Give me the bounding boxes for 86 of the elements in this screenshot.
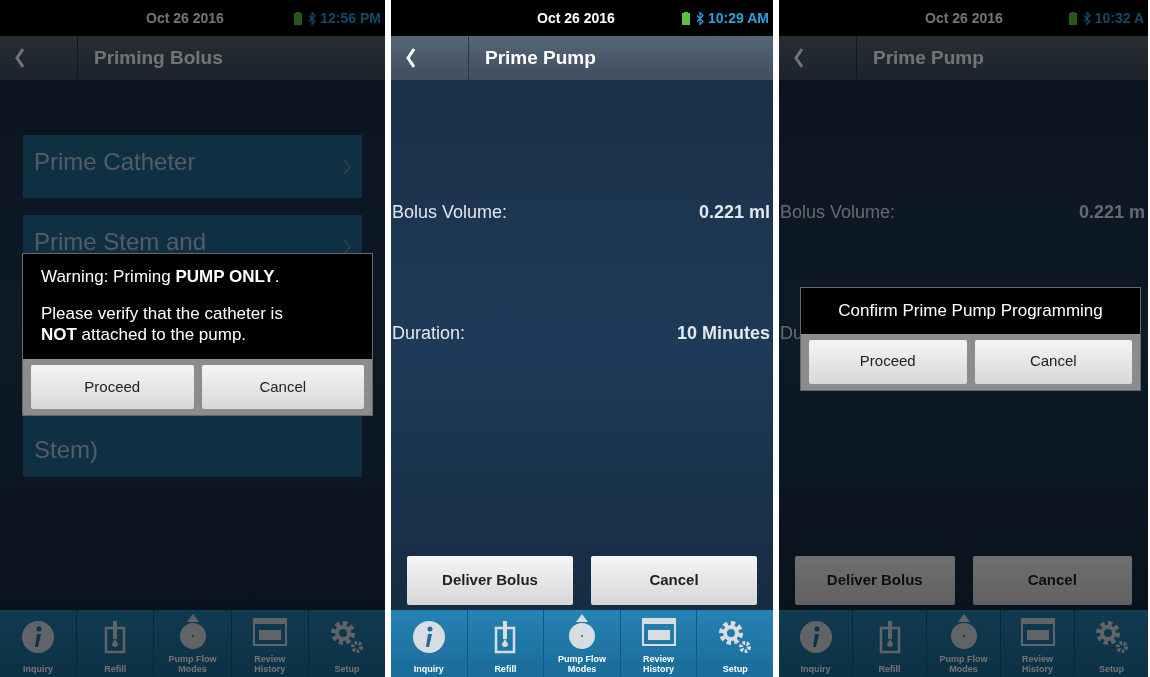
- menu-item[interactable]: Prime Catheter: [23, 135, 362, 198]
- chevron-right-icon: [343, 239, 351, 255]
- syringe-box-icon: [878, 620, 901, 654]
- field-value: 0.221 ml: [698, 200, 770, 224]
- status-time: 10:32 A: [1094, 8, 1144, 28]
- battery-icon: [1068, 11, 1077, 25]
- status-date: Oct 26 2016: [537, 8, 615, 28]
- settings-icon: [1094, 620, 1129, 654]
- bluetooth-icon: [696, 11, 705, 25]
- dialog-button[interactable]: Cancel: [974, 339, 1132, 384]
- battery-icon: [682, 11, 691, 25]
- settings-icon: [718, 620, 753, 654]
- field-value: 0.221 m: [1078, 200, 1145, 224]
- pump-disc-icon: [948, 614, 979, 650]
- nav-tab[interactable]: Inquiry: [391, 610, 468, 677]
- action-button[interactable]: Cancel: [972, 556, 1132, 605]
- nav-label: Inquiry: [799, 664, 832, 674]
- document-icon: [252, 618, 287, 646]
- battery-icon: [294, 11, 303, 25]
- nav-tab[interactable]: Inquiry: [0, 610, 78, 677]
- dialog-button[interactable]: Proceed: [809, 339, 967, 384]
- header-title: Priming Bolus: [94, 45, 223, 70]
- nav-label: Setup: [1098, 664, 1125, 674]
- nav-tab[interactable]: Refill: [467, 610, 545, 677]
- nav-label: Review History: [642, 654, 676, 674]
- info-icon: [798, 620, 833, 654]
- chevron-right-icon: [343, 159, 351, 175]
- nav-label: Inquiry: [412, 664, 445, 674]
- syringe-box-icon: [494, 620, 517, 654]
- field-value: 10 Minutes: [676, 321, 770, 345]
- nav-label: Pump Flow Modes: [167, 654, 218, 674]
- nav-label: Setup: [333, 664, 361, 674]
- nav-tab[interactable]: Review History: [620, 610, 698, 677]
- status-time: 12:56 PM: [320, 8, 381, 28]
- nav-label: Refill: [877, 664, 902, 674]
- dialog-button[interactable]: Proceed: [31, 365, 194, 409]
- nav-label: Review History: [1021, 654, 1054, 674]
- nav-label: Setup: [721, 664, 749, 674]
- nav-tab[interactable]: Pump Flow Modes: [927, 610, 1001, 677]
- back-icon: [405, 48, 415, 68]
- settings-icon: [329, 620, 364, 654]
- nav-label: Inquiry: [22, 664, 55, 674]
- bluetooth-icon: [1082, 11, 1091, 25]
- header-title: Prime Pump: [485, 45, 596, 70]
- nav-label: Refill: [493, 664, 518, 674]
- action-button[interactable]: Deliver Bolus: [407, 556, 573, 605]
- pump-disc-icon: [177, 614, 208, 650]
- menu-item-label: Prime Catheter: [34, 147, 196, 177]
- back-icon: [793, 48, 803, 68]
- menu-item-label: Stem): [34, 435, 99, 465]
- nav-tab[interactable]: Refill: [77, 610, 155, 677]
- warning-message: Please verify that the catheter is NOT attached to the pump.: [41, 303, 284, 345]
- status-time: 10:29 AM: [708, 8, 769, 28]
- nav-tab[interactable]: Inquiry: [779, 610, 853, 677]
- dialog-button[interactable]: Cancel: [201, 365, 364, 409]
- header-title: Prime Pump: [873, 45, 984, 70]
- field-label: Duration:: [392, 321, 466, 345]
- nav-label: Refill: [103, 664, 128, 674]
- dialog-title: Confirm Prime Pump Programming: [837, 300, 1104, 322]
- nav-label: Pump Flow Modes: [557, 654, 607, 674]
- nav-tab[interactable]: Setup: [697, 610, 773, 677]
- menu-item-label: Prime Stem and: [34, 227, 207, 257]
- field-label: Bolus Volume:: [392, 200, 508, 224]
- status-date: Oct 26 2016: [146, 8, 224, 28]
- document-icon: [641, 618, 676, 646]
- action-button[interactable]: Cancel: [591, 556, 757, 605]
- info-icon: [21, 620, 56, 654]
- nav-label: Pump Flow Modes: [938, 654, 989, 674]
- nav-label: Review History: [253, 654, 287, 674]
- warning-message: Warning: Priming PUMP ONLY.: [41, 266, 281, 287]
- back-icon: [14, 48, 24, 68]
- syringe-box-icon: [104, 620, 127, 654]
- status-date: Oct 26 2016: [925, 8, 1003, 28]
- info-icon: [411, 620, 446, 654]
- nav-tab[interactable]: Pump Flow Modes: [544, 610, 621, 677]
- bluetooth-icon: [308, 11, 317, 25]
- nav-tab[interactable]: Setup: [1075, 610, 1148, 677]
- document-icon: [1020, 618, 1055, 646]
- nav-tab[interactable]: Review History: [231, 610, 309, 677]
- nav-tab[interactable]: Refill: [853, 610, 927, 677]
- nav-tab[interactable]: Review History: [1001, 610, 1075, 677]
- action-button[interactable]: Deliver Bolus: [795, 556, 955, 605]
- nav-tab[interactable]: Pump Flow Modes: [154, 610, 232, 677]
- nav-tab[interactable]: Setup: [308, 610, 385, 677]
- field-label: Bolus Volume:: [780, 200, 896, 224]
- pump-disc-icon: [567, 614, 597, 650]
